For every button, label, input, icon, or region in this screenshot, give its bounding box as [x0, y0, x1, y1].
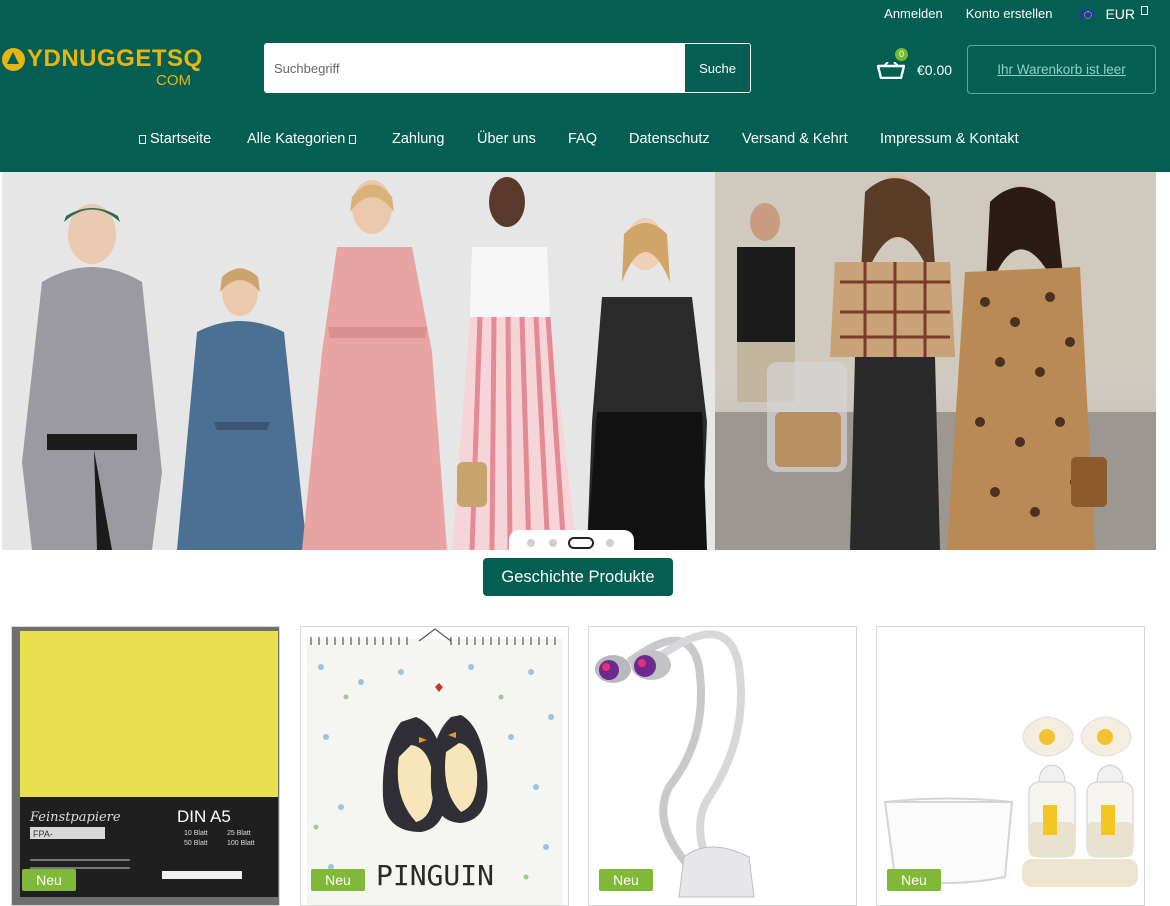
svg-text:50 Blatt: 50 Blatt	[184, 840, 208, 847]
nav-item-startseite[interactable]: Startseite	[139, 131, 211, 147]
search-bar: Suche	[264, 43, 751, 93]
bottle-1	[1028, 764, 1076, 858]
chevron-down-icon	[349, 135, 357, 144]
product-image-grow-lamp	[595, 630, 755, 898]
eu-flag-icon	[1080, 8, 1095, 19]
chevron-down-icon	[1141, 6, 1148, 15]
svg-text:FPA-: FPA-	[33, 829, 53, 839]
slider-dot-1[interactable]	[527, 539, 535, 547]
svg-text:100 Blatt: 100 Blatt	[227, 840, 255, 847]
new-badge: Neu	[887, 869, 941, 891]
main-nav: Startseite Alle Kategorien Zahlung Über …	[0, 131, 1170, 153]
product-image-baby-bottles	[883, 716, 1138, 887]
product-card-2[interactable]: PINGUIN Neu	[300, 626, 569, 906]
logo-arrow-icon	[2, 48, 25, 71]
nav-item-datenschutz[interactable]: Datenschutz	[629, 131, 710, 147]
currency-selector[interactable]: EUR	[1080, 6, 1148, 22]
search-input[interactable]	[265, 44, 684, 92]
slider-dot-2[interactable]	[549, 539, 557, 547]
bottle-2	[1086, 764, 1134, 858]
slider-dot-4[interactable]	[606, 539, 614, 547]
product-card-1[interactable]: Feinstpapiere DIN A5 FPA- 10 Blatt 25 Bl…	[11, 626, 280, 906]
currency-label: EUR	[1105, 5, 1135, 22]
hero-slider[interactable]	[2, 172, 1156, 550]
product-image-penguin-calendar: PINGUIN	[307, 628, 563, 905]
cart-total: €0.00	[917, 62, 953, 78]
pacifiers	[1022, 716, 1132, 757]
svg-text:Feinstpapiere: Feinstpapiere	[29, 810, 121, 825]
cart-status-button[interactable]: Ihr Warenkorb ist leer	[967, 45, 1156, 94]
svg-text:10 Blatt: 10 Blatt	[184, 830, 208, 837]
logo-sub: COM	[156, 72, 191, 89]
nav-item-zahlung[interactable]: Zahlung	[392, 131, 444, 147]
history-products-button[interactable]: Geschichte Produkte	[483, 558, 673, 596]
new-badge: Neu	[599, 869, 653, 891]
svg-text:PINGUIN: PINGUIN	[376, 859, 494, 892]
login-link[interactable]: Anmelden	[884, 6, 943, 21]
product-card-4[interactable]: Neu	[876, 626, 1145, 906]
nav-item-versand[interactable]: Versand & Kehrt	[742, 131, 848, 147]
slider-pagination	[509, 530, 634, 551]
nav-item-impressum[interactable]: Impressum & Kontakt	[880, 131, 1019, 147]
hero-image-models	[2, 172, 715, 550]
svg-text:25 Blatt: 25 Blatt	[227, 830, 251, 837]
svg-text:DIN A5: DIN A5	[177, 807, 231, 826]
top-bar: Anmelden Konto erstellen EUR	[0, 0, 1170, 27]
mini-cart[interactable]: 0 €0.00	[875, 48, 960, 90]
search-button[interactable]: Suche	[684, 44, 750, 92]
cart-count-badge: 0	[895, 48, 908, 61]
basket-icon	[877, 62, 905, 79]
home-icon	[139, 135, 146, 144]
logo[interactable]: YDNUGGETSQ COM	[2, 45, 202, 93]
product-image-paper: Feinstpapiere DIN A5 FPA- 10 Blatt 25 Bl…	[12, 627, 279, 905]
nav-item-faq[interactable]: FAQ	[568, 131, 597, 147]
striped-skirt	[452, 316, 577, 550]
nav-item-kategorien[interactable]: Alle Kategorien	[247, 131, 360, 147]
hero-image-street	[715, 172, 1156, 550]
header: YDNUGGETSQ COM Suche 0 €0.00 Ihr Warenko…	[0, 27, 1170, 172]
nav-item-ueber-uns[interactable]: Über uns	[477, 131, 536, 147]
new-badge: Neu	[311, 869, 365, 891]
logo-name: YDNUGGETSQ	[27, 45, 203, 72]
slider-dot-3-active[interactable]	[568, 537, 594, 549]
new-badge: Neu	[22, 869, 76, 891]
product-card-3[interactable]: Neu	[588, 626, 857, 906]
register-link[interactable]: Konto erstellen	[966, 6, 1053, 21]
